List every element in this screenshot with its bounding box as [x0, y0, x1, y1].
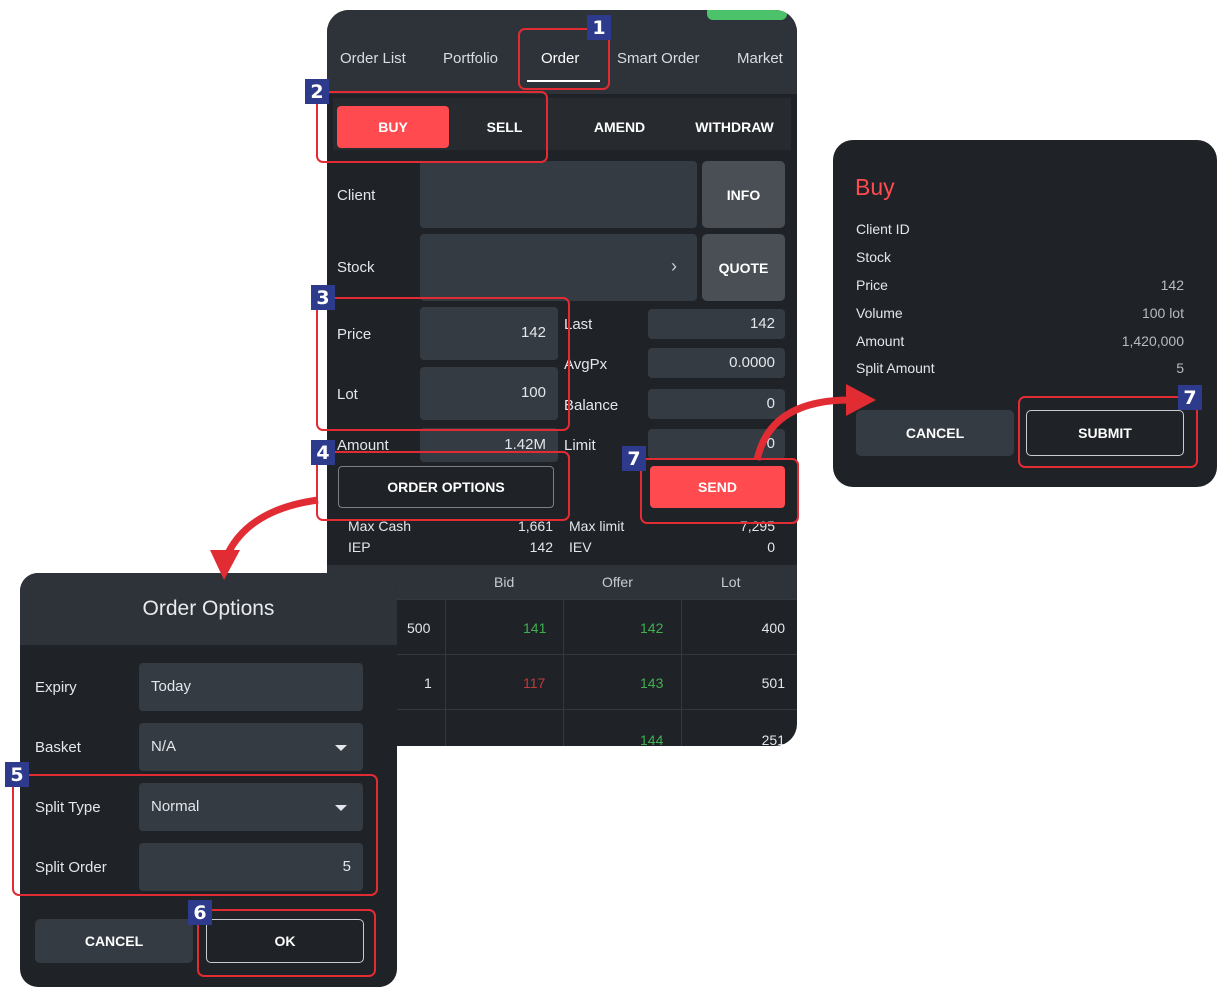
arrow-curve [753, 396, 851, 461]
arrow-head-icon [846, 384, 876, 416]
annotation-arrows [210, 384, 876, 580]
arrow-head-icon [210, 550, 240, 580]
